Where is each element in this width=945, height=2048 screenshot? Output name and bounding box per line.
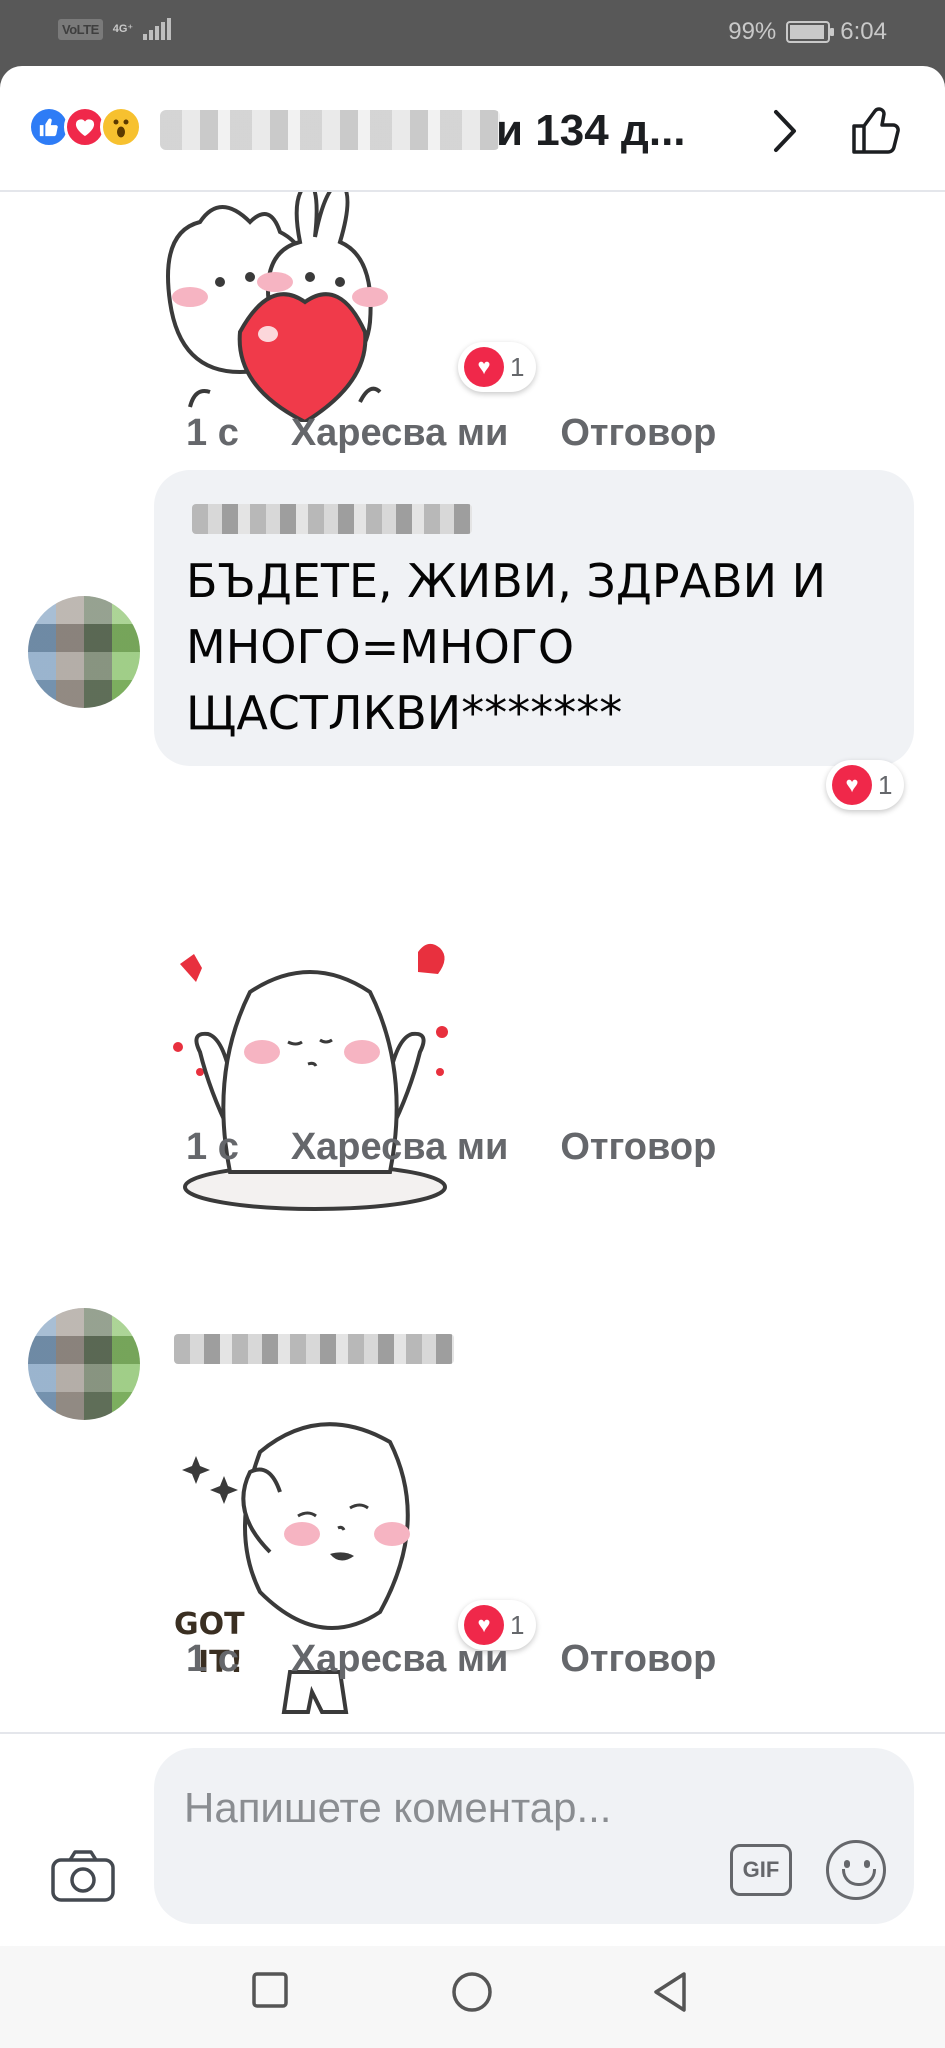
reaction-count: 1: [510, 351, 525, 382]
camera-button[interactable]: [50, 1848, 116, 1909]
avatar[interactable]: [28, 1308, 140, 1420]
comment-text: БЪДЕТЕ, ЖИВИ, ЗДРАВИ И МНОГО=МНОГО ЩАСТЛ…: [186, 554, 827, 740]
reaction-count-pill[interactable]: ♥ 1: [458, 342, 537, 392]
reactions-title: и 134 д...: [496, 106, 686, 155]
circle-icon: [452, 1972, 492, 2012]
love-icon: ♥: [464, 347, 504, 387]
clock: 6:04: [840, 18, 887, 45]
like-post-button[interactable]: [850, 102, 904, 161]
comments-sheet: и 134 д... ♥ 1 1 с Харесва ми Отговор БЪ…: [0, 66, 945, 2048]
like-comment-button[interactable]: Харесва ми: [291, 1126, 508, 1169]
cat-and-bunny-sticker: [166, 192, 388, 422]
volte-badge: VoLTE: [58, 18, 103, 40]
camera-icon: [51, 1850, 115, 1902]
like-comment-button[interactable]: Харесва ми: [291, 1638, 508, 1681]
got-it-text: GOT: [174, 1607, 245, 1642]
square-icon: [252, 1972, 288, 2008]
blurred-names: [160, 110, 500, 150]
network-type: 4G⁺: [112, 22, 134, 35]
comment-time: 1 с: [186, 1126, 239, 1168]
home-button[interactable]: [450, 1970, 494, 2019]
round-character-sticker: [173, 943, 448, 1211]
triangle-back-icon: [654, 1972, 686, 2012]
chevron-right-icon[interactable]: [770, 106, 800, 165]
signal-icon: [143, 18, 172, 40]
battery-icon: [786, 21, 835, 43]
reaction-count-pill[interactable]: ♥ 1: [826, 760, 905, 810]
comment-time: 1 с: [186, 1638, 239, 1680]
emoji-button[interactable]: [826, 1840, 886, 1900]
comment-bubble[interactable]: БЪДЕТЕ, ЖИВИ, ЗДРАВИ И МНОГО=МНОГО ЩАСТЛ…: [154, 470, 914, 766]
back-button[interactable]: [650, 1970, 690, 2019]
comments-list[interactable]: ♥ 1 1 с Харесва ми Отговор БЪДЕТЕ, ЖИВИ,…: [0, 192, 945, 1732]
reactions-header[interactable]: и 134 д...: [0, 66, 945, 192]
like-comment-button[interactable]: Харесва ми: [291, 412, 508, 455]
reaction-count: 1: [510, 1609, 525, 1640]
gif-button[interactable]: GIF: [730, 1844, 792, 1896]
battery-percent: 99%: [728, 18, 777, 45]
system-navigation-bar: [0, 1946, 945, 2048]
reply-button[interactable]: Отговор: [560, 412, 716, 455]
avatar[interactable]: [28, 596, 140, 708]
thumbs-up-icon: [852, 107, 900, 154]
comment-placeholder: Напишете коментар...: [184, 1784, 612, 1831]
status-bar: VoLTE 4G⁺ 99% 6:04: [0, 0, 945, 66]
comment-actions: 1 с Харесва ми Отговор: [186, 412, 716, 455]
comment-time: 1 с: [186, 412, 239, 454]
blurred-author-name[interactable]: [174, 1334, 454, 1364]
love-icon: ♥: [832, 765, 872, 805]
reply-button[interactable]: Отговор: [560, 1638, 716, 1681]
comment-actions: 1 с Харесва ми Отговор: [186, 1638, 716, 1681]
reply-button[interactable]: Отговор: [560, 1126, 716, 1169]
comment-input[interactable]: Напишете коментар... GIF: [154, 1748, 914, 1924]
reaction-summary[interactable]: [28, 106, 142, 148]
wow-icon: [100, 106, 142, 148]
blurred-author-name[interactable]: [192, 504, 472, 534]
reaction-count: 1: [878, 769, 893, 800]
recents-button[interactable]: [250, 1970, 290, 2015]
comment-actions: 1 с Харесва ми Отговор: [186, 1126, 716, 1169]
